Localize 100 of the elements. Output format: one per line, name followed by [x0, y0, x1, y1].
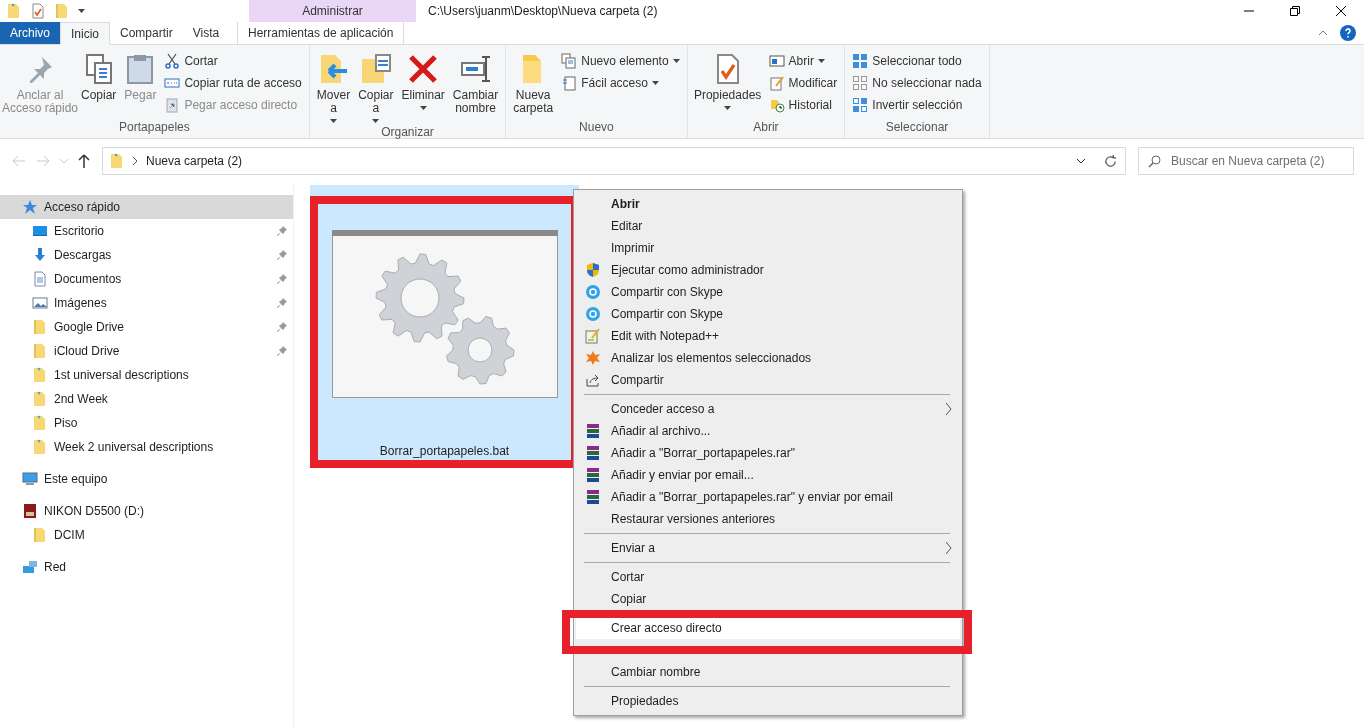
document-icon: [32, 271, 48, 287]
menu-item[interactable]: Propiedades: [576, 690, 960, 712]
menu-item[interactable]: Enviar a: [576, 537, 960, 559]
shield-icon: [585, 262, 601, 278]
burst-icon: [585, 350, 601, 366]
menu-item[interactable]: Copiar: [576, 588, 960, 610]
menu-item[interactable]: Cambiar nombre: [576, 661, 960, 683]
ribbon-tab[interactable]: Compartir: [110, 22, 183, 44]
ribbon-button[interactable]: Eliminar: [398, 51, 448, 125]
menu-item[interactable]: Añadir a "Borrar_portapapeles.rar" y enviar por email: [576, 486, 960, 508]
dropdown-icon[interactable]: [1076, 158, 1086, 164]
menu-item[interactable]: Añadir al archivo...: [576, 420, 960, 442]
ribbon-button[interactable]: Propiedades: [691, 51, 764, 120]
nav-item[interactable]: Google Drive: [0, 315, 293, 339]
ribbon-button[interactable]: Invertir selección: [849, 95, 985, 115]
search-field[interactable]: Buscar en Nueva carpeta (2): [1138, 147, 1354, 175]
menu-item[interactable]: Añadir a "Borrar_portapapeles.rar": [576, 442, 960, 464]
up-button[interactable]: [76, 152, 92, 170]
ribbon-tab[interactable]: Archivo: [0, 22, 60, 44]
nav-item[interactable]: Escritorio: [0, 219, 293, 243]
ribbon-button[interactable]: Nueva carpeta: [510, 51, 557, 120]
star-icon: [22, 199, 38, 215]
collapse-icon[interactable]: [1318, 30, 1328, 36]
folder-icon: [32, 439, 48, 455]
menu-item[interactable]: Crear acceso directo: [576, 617, 960, 639]
nav-item[interactable]: DCIM: [0, 523, 293, 547]
desktop-icon: [32, 223, 48, 239]
restore-icon: [1290, 6, 1300, 16]
ribbon-button[interactable]: Cortar: [161, 51, 305, 71]
ribbon-tab[interactable]: Inicio: [60, 22, 111, 45]
file-tile[interactable]: Borrar_portapapeles.bat: [310, 185, 579, 468]
cross-icon: [407, 53, 440, 85]
folder-icon: [32, 343, 48, 359]
menu-item[interactable]: Compartir: [576, 369, 960, 391]
menu-item[interactable]: Compartir con Skype: [576, 303, 960, 325]
search-icon: [1148, 155, 1161, 168]
menu-item[interactable]: Compartir con Skype: [576, 281, 960, 303]
nav-item[interactable]: Este equipo: [0, 467, 293, 491]
menu-item[interactable]: Imprimir: [576, 237, 960, 259]
ribbon-button[interactable]: Nuevo elemento: [558, 51, 683, 71]
ribbon-button[interactable]: Copiar: [78, 51, 120, 120]
ribbon-button[interactable]: Mover a: [313, 51, 354, 125]
folder-icon: [6, 3, 22, 19]
window-title: C:\Users\juanm\Desktop\Nueva carpeta (2): [427, 3, 659, 20]
nav-item[interactable]: NIKON D5500 (D:): [0, 499, 293, 523]
ribbon-button[interactable]: Copiar a: [355, 51, 397, 125]
breadcrumb[interactable]: Nueva carpeta (2): [146, 154, 243, 168]
nav-item[interactable]: Week 2 universal descriptions: [0, 435, 293, 459]
nav-item[interactable]: iCloud Drive: [0, 339, 293, 363]
ribbon-button[interactable]: Copiar ruta de acceso: [161, 73, 305, 93]
nav-item[interactable]: Piso: [0, 411, 293, 435]
share-icon: [585, 372, 601, 388]
easy-access-icon: [561, 75, 578, 91]
nav-item[interactable]: Descargas: [0, 243, 293, 267]
folder-icon: [32, 391, 48, 407]
help-icon[interactable]: [1340, 25, 1356, 41]
network-icon: [22, 559, 38, 575]
ribbon-tab[interactable]: Herramientas de aplicación: [237, 22, 405, 44]
bubble-icon: [585, 284, 601, 300]
window-icon: [768, 53, 785, 69]
nav-item[interactable]: Documentos: [0, 267, 293, 291]
ribbon-button[interactable]: Modificar: [765, 73, 841, 93]
nav-item[interactable]: Imágenes: [0, 291, 293, 315]
nav-item[interactable]: 1st universal descriptions: [0, 363, 293, 387]
ribbon-button[interactable]: Abrir: [765, 51, 841, 71]
shortcut-icon: [164, 97, 181, 113]
ribbon-button[interactable]: Seleccionar todo: [849, 51, 985, 71]
ribbon-button[interactable]: Cambiar nombre: [449, 51, 502, 125]
menu-item[interactable]: Añadir y enviar por email...: [576, 464, 960, 486]
close-icon: [1336, 6, 1346, 16]
context-tab-group: Administrar: [249, 0, 416, 22]
nav-item[interactable]: Acceso rápido: [0, 195, 293, 219]
ribbon-button[interactable]: Fácil acceso: [558, 73, 683, 93]
folder-icon: [32, 527, 48, 543]
menu-item[interactable]: Edit with Notepad++: [576, 325, 960, 347]
nav-item[interactable]: 2nd Week: [0, 387, 293, 411]
books-icon: [585, 445, 601, 461]
menu-item[interactable]: Restaurar versiones anteriores: [576, 508, 960, 530]
books-icon: [585, 467, 601, 483]
group-label: Portapapeles: [118, 120, 191, 136]
books-icon: [585, 423, 601, 439]
nav-item[interactable]: Red: [0, 555, 293, 579]
menu-item[interactable]: Editar: [576, 215, 960, 237]
refresh-icon[interactable]: [1104, 154, 1117, 168]
menu-item[interactable]: Cortar: [576, 566, 960, 588]
rename-icon: [459, 53, 492, 85]
books-icon: [585, 489, 601, 505]
menu-item[interactable]: Analizar los elementos seleccionados: [576, 347, 960, 369]
menu-item[interactable]: Ejecutar como administrador: [576, 259, 960, 281]
group-label: Nuevo: [578, 120, 615, 136]
menu-item[interactable]: Abrir: [576, 193, 960, 215]
pencil-page-icon: [768, 75, 785, 91]
menu-item[interactable]: Conceder acceso a: [576, 398, 960, 420]
checkmark-page-icon: [30, 3, 46, 19]
address-field[interactable]: Nueva carpeta (2): [102, 147, 1126, 175]
folder-icon: [32, 319, 48, 335]
folder-icon: [32, 367, 48, 383]
ribbon-tab[interactable]: Vista: [182, 22, 230, 44]
ribbon-button[interactable]: No seleccionar nada: [849, 73, 985, 93]
ribbon-button[interactable]: Historial: [765, 95, 841, 115]
